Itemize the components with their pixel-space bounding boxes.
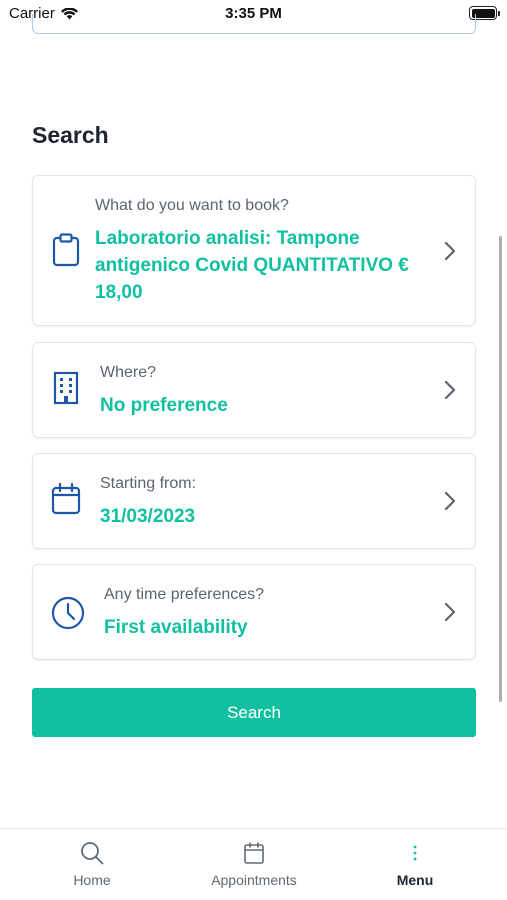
location-value: No preference [100, 395, 228, 416]
start-date-selector[interactable]: Starting from: 31/03/2023 [32, 453, 476, 549]
previous-section-card [32, 14, 476, 34]
start-date-label: Starting from: [100, 475, 197, 492]
search-button[interactable]: Search [32, 688, 476, 737]
tab-home-label: Home [73, 872, 111, 888]
clipboard-icon [52, 233, 80, 267]
chevron-right-icon [444, 602, 456, 622]
tab-appointments[interactable]: Appointments [184, 829, 324, 900]
building-icon [53, 371, 79, 405]
calendar-icon [51, 482, 81, 515]
book-service-selector[interactable]: What do you want to book? Laboratorio an… [32, 175, 476, 326]
book-service-label: What do you want to book? [95, 197, 289, 214]
start-date-value: 31/03/2023 [100, 506, 196, 527]
clock-icon [51, 596, 85, 630]
chevron-right-icon [444, 491, 456, 511]
time-preference-selector[interactable]: Any time preferences? First availability [32, 564, 476, 660]
bottom-tab-bar: Home Appointments Menu [0, 828, 507, 900]
time-preference-value: First availability [104, 617, 248, 638]
tab-appointments-label: Appointments [211, 872, 297, 888]
location-selector[interactable]: Where? No preference [32, 342, 476, 438]
chevron-right-icon [444, 241, 456, 261]
tab-home[interactable]: Home [22, 829, 162, 900]
tab-menu[interactable]: Menu [345, 829, 485, 900]
time-preference-label: Any time preferences? [104, 586, 265, 603]
search-section-title: Search [32, 122, 109, 148]
search-icon [81, 842, 104, 865]
scrollbar[interactable] [499, 236, 502, 702]
tab-menu-label: Menu [396, 872, 434, 888]
location-label: Where? [100, 364, 157, 381]
book-service-value: Laboratorio analisi: Tampone antigenico … [95, 228, 409, 303]
chevron-right-icon [444, 380, 456, 400]
calendar-icon [244, 842, 264, 864]
more-vertical-icon [413, 845, 417, 861]
